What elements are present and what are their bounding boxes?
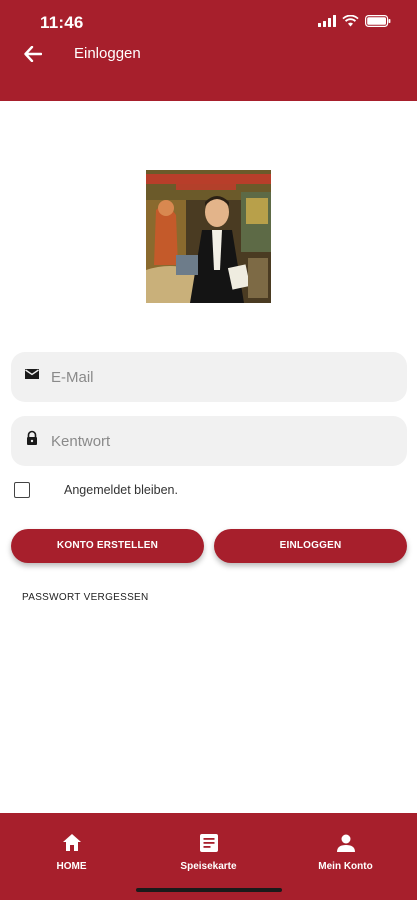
create-account-button[interactable]: KONTO ERSTELLEN [11,529,204,563]
nav-item-speisekarte[interactable]: Speisekarte [139,813,278,900]
password-field-container [11,416,407,466]
login-button[interactable]: EINLOGGEN [214,529,407,563]
forgot-password-link[interactable]: PASSWORT VERGESSEN [22,592,149,603]
nav-label-mein-konto: Mein Konto [318,861,373,872]
battery-icon [365,15,391,27]
bottom-nav: HOME Speisekarte Mein Konto [0,813,417,900]
nav-label-home: HOME [56,861,87,872]
email-field-container [11,352,407,402]
back-button[interactable] [18,40,48,68]
restaurant-logo [146,170,271,303]
nav-label-speisekarte: Speisekarte [180,861,237,872]
menu-card-icon [199,834,218,852]
signal-icon [318,15,336,27]
status-icons [318,15,391,27]
status-bar: 11:46 [0,0,417,44]
home-indicator [136,888,282,892]
wifi-icon [342,15,359,27]
envelope-icon [25,369,39,379]
arrow-left-icon [24,46,42,62]
app-bar: 11:46 Einloggen [0,0,417,101]
remember-me-label: Angemeldet bleiben. [64,483,178,497]
password-input[interactable] [51,416,391,466]
person-icon [336,834,355,852]
lock-icon [27,430,37,445]
remember-me-row: Angemeldet bleiben. [14,482,334,500]
status-time: 11:46 [40,13,84,32]
page-title: Einloggen [74,45,141,62]
email-input[interactable] [51,352,391,402]
remember-me-checkbox[interactable] [14,482,30,498]
home-icon [62,834,81,851]
nav-item-mein-konto[interactable]: Mein Konto [276,813,415,900]
nav-item-home[interactable]: HOME [2,813,141,900]
